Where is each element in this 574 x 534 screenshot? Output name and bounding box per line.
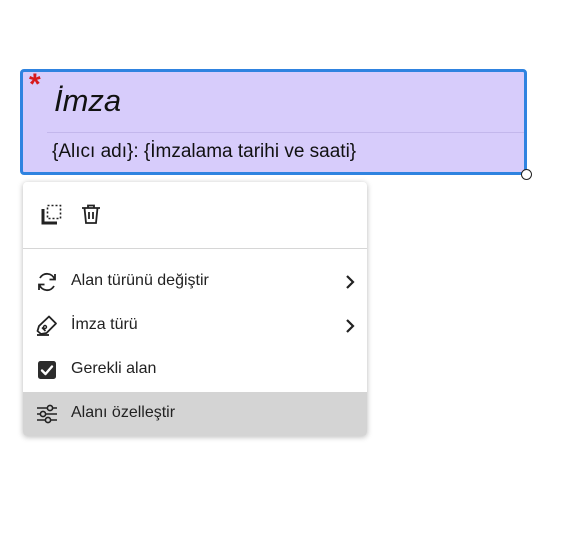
menu-item-customize-field[interactable]: Alanı özelleştir xyxy=(23,392,367,436)
menu-toolbar xyxy=(23,182,367,249)
pen-icon xyxy=(35,314,59,338)
canvas: * İmza {Alıcı adı}: {İmzalama tarihi ve … xyxy=(0,0,574,534)
chevron-right-icon xyxy=(343,274,357,290)
resize-handle[interactable] xyxy=(521,169,532,180)
signature-field[interactable]: * İmza {Alıcı adı}: {İmzalama tarihi ve … xyxy=(20,68,532,180)
signature-field-subtitle: {Alıcı adı}: {İmzalama tarihi ve saati} xyxy=(52,141,357,162)
checkbox-checked-icon[interactable] xyxy=(35,358,59,382)
menu-item-signature-type[interactable]: İmza türü xyxy=(23,304,367,348)
chevron-right-icon xyxy=(343,318,357,334)
duplicate-icon[interactable] xyxy=(40,202,64,226)
refresh-icon xyxy=(35,270,59,294)
menu-item-label: Alan türünü değiştir xyxy=(71,272,209,289)
menu-item-change-field-type[interactable]: Alan türünü değiştir xyxy=(23,260,367,304)
signature-field-title: İmza xyxy=(54,83,122,118)
context-menu: Alan türünü değiştir İmza türü Gerekli a… xyxy=(23,182,367,436)
required-marker: * xyxy=(29,68,41,101)
menu-item-label: İmza türü xyxy=(71,316,138,333)
signature-field-divider xyxy=(47,132,524,133)
sliders-icon xyxy=(35,402,59,426)
menu-item-required-field[interactable]: Gerekli alan xyxy=(23,348,367,392)
menu-item-label: Alanı özelleştir xyxy=(71,404,176,421)
menu-item-label: Gerekli alan xyxy=(71,360,157,377)
trash-icon[interactable] xyxy=(79,202,103,226)
